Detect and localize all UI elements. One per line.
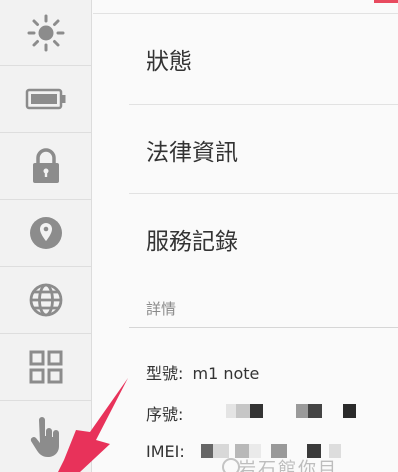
previous-row-edge — [93, 0, 398, 14]
serial-label: 序號: — [146, 405, 184, 424]
sidebar-item-gestures[interactable] — [0, 401, 91, 472]
hand-gesture-icon — [29, 416, 63, 458]
menu-item-legal-info[interactable]: 法律資訊 — [93, 105, 398, 195]
sidebar-item-security[interactable] — [0, 133, 91, 200]
section-divider — [129, 327, 398, 328]
watermark-text: 岩石館你目 — [238, 459, 338, 472]
lock-icon — [30, 147, 62, 185]
scroll-accent — [374, 0, 398, 3]
battery-icon — [25, 87, 67, 111]
model-label: 型號: — [146, 364, 184, 383]
brightness-icon — [26, 13, 66, 53]
sidebar-item-battery[interactable] — [0, 66, 91, 133]
location-icon — [28, 215, 64, 251]
model-row: 型號: m1 note — [146, 360, 259, 384]
menu-item-service-record[interactable]: 服務記錄 — [93, 194, 398, 284]
details-section-header: 詳情 — [146, 300, 177, 318]
sidebar-item-apps[interactable] — [0, 334, 91, 401]
settings-content: 狀態 法律資訊 服務記錄 詳情 型號: m1 note 序號: IMEI: — [93, 0, 398, 472]
sidebar-item-display[interactable] — [0, 0, 91, 66]
model-value: m1 note — [192, 364, 260, 383]
menu-item-status[interactable]: 狀態 — [93, 14, 398, 104]
globe-icon — [28, 282, 64, 318]
menu-item-label: 服務記錄 — [146, 229, 238, 255]
serial-row: 序號: — [146, 401, 183, 425]
settings-sidebar — [0, 0, 92, 472]
imei-label: IMEI: — [146, 442, 185, 461]
sidebar-item-language[interactable] — [0, 267, 91, 334]
menu-item-label: 法律資訊 — [146, 140, 238, 166]
imei-row: IMEI: — [146, 442, 185, 461]
apps-grid-icon — [29, 350, 63, 384]
sidebar-item-location[interactable] — [0, 200, 91, 267]
menu-item-label: 狀態 — [146, 49, 192, 75]
